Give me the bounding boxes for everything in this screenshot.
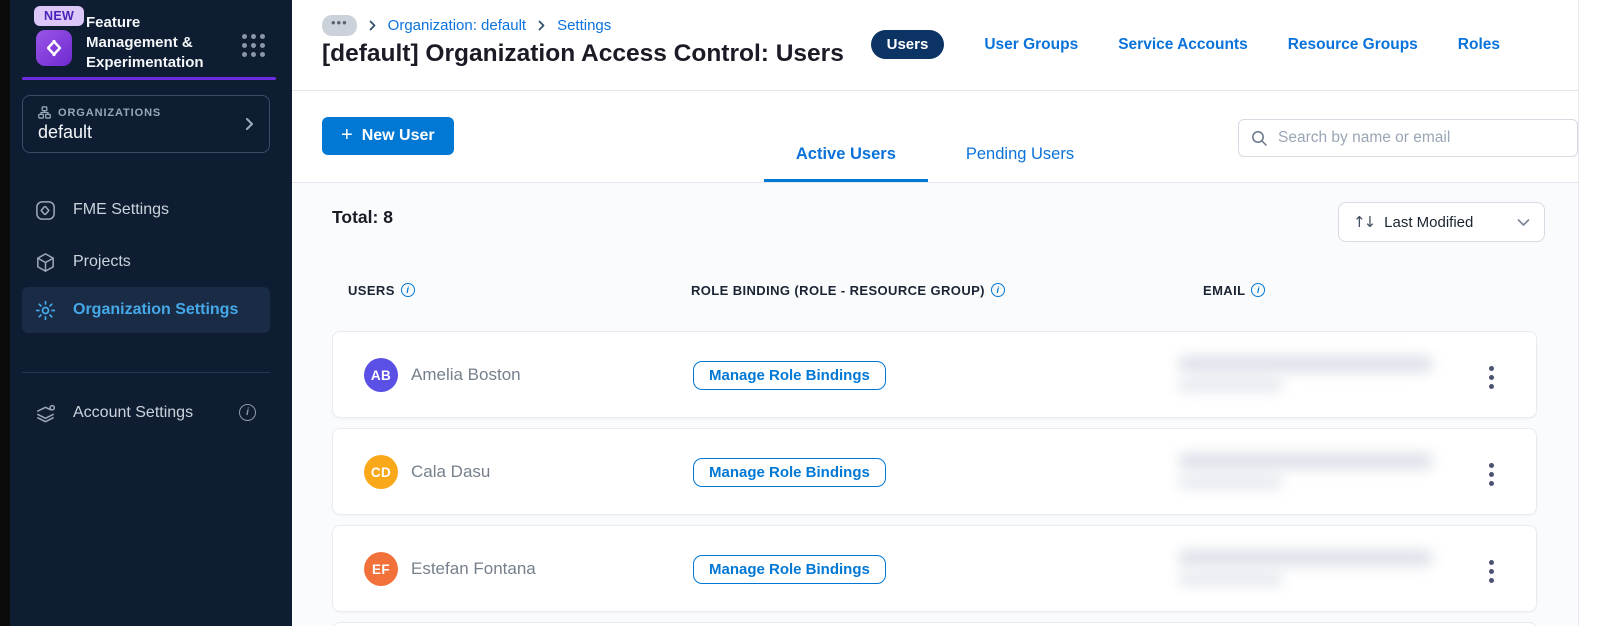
sort-dropdown-value: Last Modified: [1384, 213, 1474, 231]
avatar: CD: [364, 455, 398, 489]
info-icon[interactable]: i: [990, 282, 1005, 297]
user-name: Estefan Fontana: [411, 559, 536, 578]
table-row-partial: [332, 622, 1537, 626]
info-icon[interactable]: i: [400, 282, 415, 297]
tab-active-users[interactable]: Active Users: [763, 143, 928, 182]
cube-icon: [34, 251, 57, 274]
sort-dropdown[interactable]: ↑↓ Last Modified: [1338, 202, 1545, 242]
chevron-right-icon: [368, 20, 377, 31]
organization-selector[interactable]: ORGANIZATIONS default: [22, 95, 270, 153]
column-header-role-binding: ROLE BINDING (ROLE - RESOURCE GROUP) i: [691, 282, 1005, 298]
sidebar-item-label: Projects: [73, 253, 131, 270]
nav-tab-resource-groups[interactable]: Resource Groups: [1288, 36, 1418, 54]
sidebar-divider: [22, 372, 270, 373]
manage-role-bindings-button[interactable]: Manage Role Bindings: [693, 361, 886, 390]
nav-tab-users[interactable]: Users: [870, 30, 945, 59]
sidebar-item-organization-settings[interactable]: Organization Settings: [22, 287, 270, 333]
layers-gear-icon: [34, 402, 57, 425]
chevron-down-icon: [1517, 218, 1530, 227]
chevron-right-icon: [242, 116, 256, 132]
sidebar-item-label: Account Settings: [73, 404, 194, 421]
nav-tab-roles[interactable]: Roles: [1458, 36, 1500, 54]
row-menu-button[interactable]: [1487, 364, 1496, 391]
column-header-label: ROLE BINDING (ROLE - RESOURCE GROUP): [691, 283, 985, 298]
column-header-label: USERS: [348, 283, 395, 298]
avatar: AB: [364, 358, 398, 392]
window-edge-strip: [0, 0, 10, 626]
app-grid-icon[interactable]: [242, 34, 265, 57]
sidebar-item-label: Organization Settings: [73, 301, 239, 318]
search-icon: [1251, 130, 1268, 147]
panel-right-border: [1578, 0, 1579, 626]
search-input[interactable]: [1278, 129, 1565, 147]
org-selector-value: default: [38, 122, 93, 142]
manage-role-bindings-button[interactable]: Manage Role Bindings: [693, 458, 886, 487]
column-header-users: USERS i: [348, 282, 415, 298]
main-panel: ••• Organization: default Settings [defa…: [292, 0, 1600, 626]
table-row: CD Cala Dasu Manage Role Bindings: [332, 428, 1537, 515]
redacted-email: [1178, 355, 1433, 392]
page-title: [default] Organization Access Control: U…: [322, 40, 844, 67]
sidebar: NEW Feature Management & Experimentation…: [10, 0, 292, 626]
table-row: EF Estefan Fontana Manage Role Bindings: [332, 525, 1537, 612]
sidebar-item-account-settings[interactable]: Account Settings i: [22, 390, 270, 436]
org-selector-label: ORGANIZATIONS: [58, 106, 162, 119]
row-menu-button[interactable]: [1487, 558, 1496, 585]
app-logo-icon[interactable]: [36, 30, 72, 66]
user-name: Cala Dasu: [411, 462, 491, 481]
nav-tab-user-groups[interactable]: User Groups: [984, 36, 1078, 54]
fme-diamond-icon: [34, 199, 57, 222]
access-control-nav: Users User Groups Service Accounts Resou…: [870, 30, 1500, 59]
users-table: AB Amelia Boston Manage Role Bindings CD…: [332, 331, 1537, 626]
chevron-right-icon: [537, 20, 546, 31]
table-row: AB Amelia Boston Manage Role Bindings: [332, 331, 1537, 418]
column-header-email: EMAIL i: [1203, 282, 1266, 298]
org-hierarchy-icon: [38, 106, 51, 119]
breadcrumb: ••• Organization: default Settings: [322, 15, 611, 36]
breadcrumb-link-settings[interactable]: Settings: [557, 17, 611, 34]
sidebar-item-projects[interactable]: Projects: [22, 239, 270, 285]
gear-icon: [34, 299, 57, 322]
search-box: [1238, 119, 1578, 157]
redacted-email: [1178, 549, 1433, 586]
app-title: Feature Management & Experimentation: [86, 14, 204, 71]
nav-tab-service-accounts[interactable]: Service Accounts: [1118, 36, 1248, 54]
tab-pending-users[interactable]: Pending Users: [934, 143, 1106, 182]
users-list-section: Total: 8 ↑↓ Last Modified USERS i ROLE B…: [292, 183, 1578, 626]
breadcrumb-link-organization[interactable]: Organization: default: [388, 17, 526, 34]
new-badge: NEW: [34, 6, 85, 26]
info-icon[interactable]: i: [239, 404, 256, 421]
sort-direction-icon: ↑↓: [1353, 213, 1376, 231]
header-divider: [292, 90, 1578, 91]
sidebar-item-label: FME Settings: [73, 201, 170, 218]
info-icon[interactable]: i: [1251, 282, 1266, 297]
avatar: EF: [364, 552, 398, 586]
screen: NEW Feature Management & Experimentation…: [0, 0, 1600, 626]
total-count: Total: 8: [332, 207, 393, 227]
sidebar-item-fme-settings[interactable]: FME Settings: [22, 187, 270, 233]
column-header-label: EMAIL: [1203, 283, 1246, 298]
row-menu-button[interactable]: [1487, 461, 1496, 488]
breadcrumb-ellipsis-button[interactable]: •••: [322, 15, 357, 36]
manage-role-bindings-button[interactable]: Manage Role Bindings: [693, 555, 886, 584]
user-name: Amelia Boston: [411, 365, 521, 384]
brand-divider: [22, 77, 276, 80]
redacted-email: [1178, 452, 1433, 489]
